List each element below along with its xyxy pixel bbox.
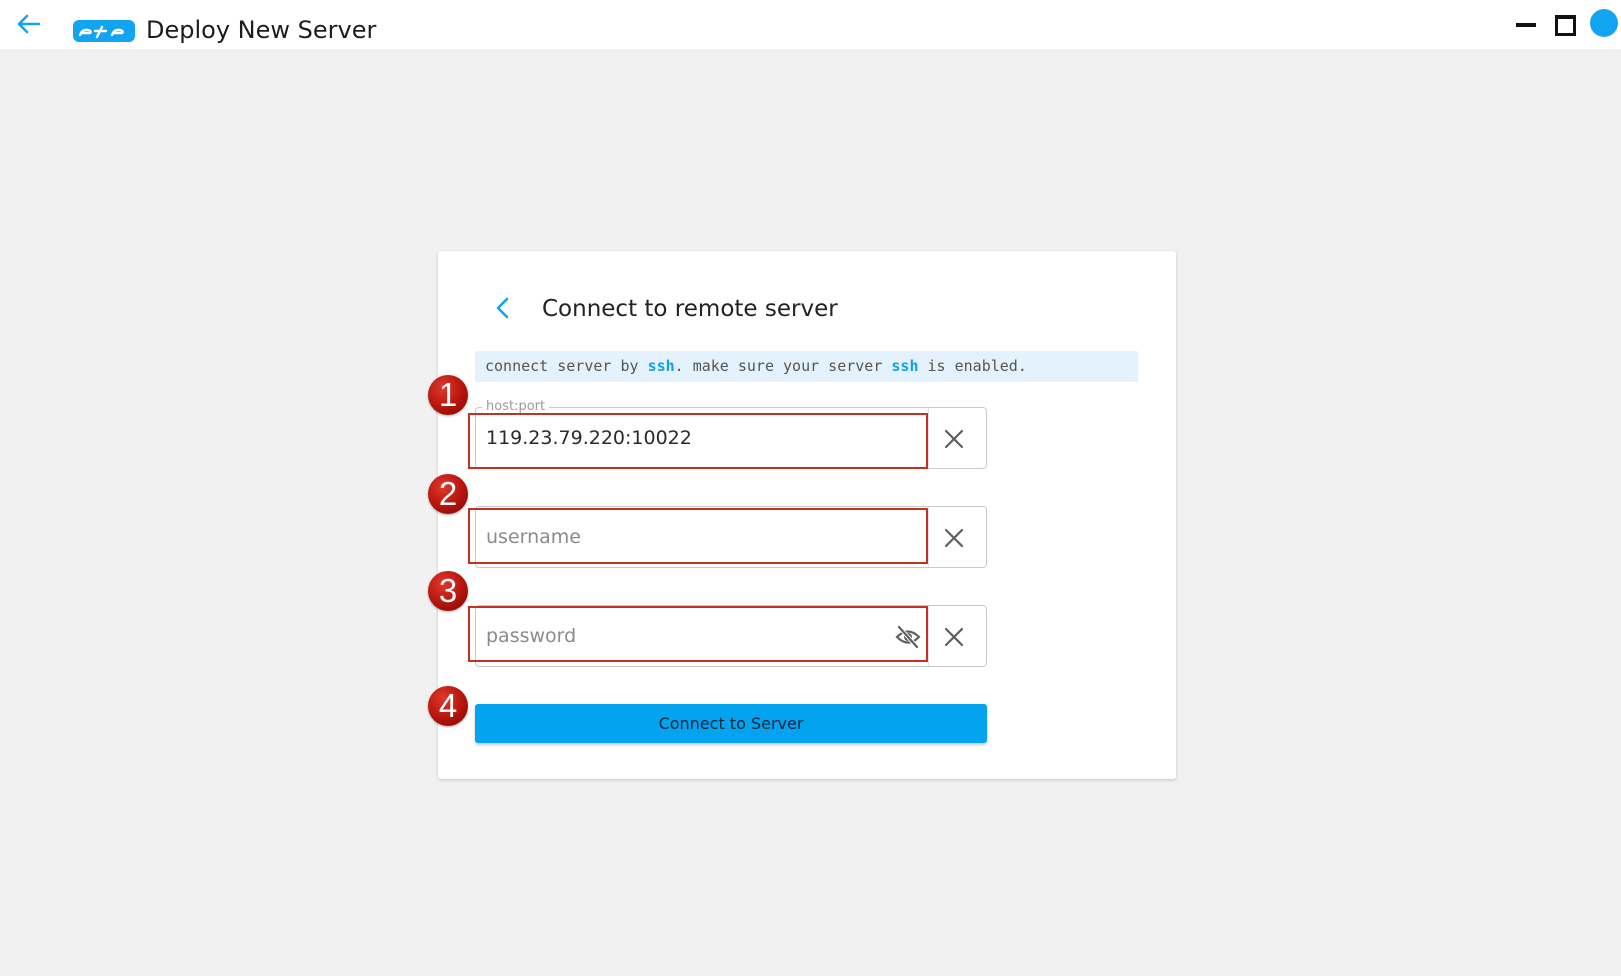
username-input[interactable] bbox=[476, 507, 928, 567]
app-logo bbox=[73, 20, 135, 42]
hint-keyword: ssh bbox=[647, 357, 675, 375]
eye-off-icon[interactable] bbox=[894, 623, 922, 651]
close-icon[interactable] bbox=[936, 619, 972, 655]
host-port-field: host:port bbox=[475, 399, 987, 469]
connect-to-server-button[interactable]: Connect to Server bbox=[475, 704, 987, 743]
step-badge: 4 bbox=[428, 686, 468, 726]
password-input[interactable] bbox=[476, 606, 928, 666]
close-icon[interactable] bbox=[936, 520, 972, 556]
hint-text: is enabled. bbox=[918, 357, 1027, 375]
password-field bbox=[475, 605, 987, 667]
hint-text: connect server by bbox=[485, 357, 648, 375]
hint-text: . make sure your server bbox=[674, 357, 892, 375]
chevron-left-icon[interactable] bbox=[490, 295, 516, 321]
window-title: Deploy New Server bbox=[146, 16, 377, 44]
status-dot-icon[interactable] bbox=[1590, 9, 1618, 37]
minimize-icon[interactable] bbox=[1514, 12, 1538, 36]
maximize-icon[interactable] bbox=[1553, 12, 1577, 36]
hint-keyword: ssh bbox=[891, 357, 919, 375]
ssh-hint: connect server by ssh. make sure your se… bbox=[475, 351, 1138, 382]
step-badge: 2 bbox=[428, 474, 468, 514]
host-port-input[interactable] bbox=[476, 408, 928, 468]
close-icon[interactable] bbox=[936, 421, 972, 457]
step-badge: 1 bbox=[428, 375, 468, 415]
step-badge: 3 bbox=[428, 571, 468, 611]
title-bar: Deploy New Server bbox=[0, 0, 1621, 49]
back-arrow-icon[interactable] bbox=[14, 9, 44, 39]
username-field bbox=[475, 506, 987, 568]
field-divider bbox=[928, 408, 929, 468]
connect-card: Connect to remote server connect server … bbox=[438, 251, 1176, 779]
card-title: Connect to remote server bbox=[542, 296, 838, 322]
field-divider bbox=[928, 507, 929, 567]
field-divider bbox=[928, 606, 929, 666]
